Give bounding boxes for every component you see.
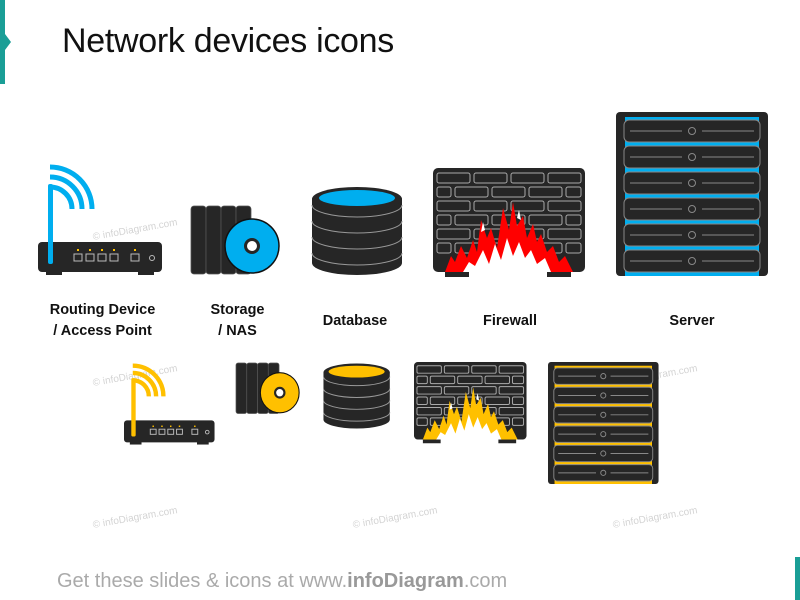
firewall-icon [433, 168, 585, 277]
accent-chevron [5, 34, 11, 50]
watermark: © infoDiagram.com [352, 505, 439, 531]
router-icon [124, 363, 215, 445]
footer-prefix: Get these slides & icons at www. [57, 570, 348, 592]
firewall-icon [414, 362, 527, 444]
database-icon [311, 187, 403, 275]
page-title: Network devices icons [62, 22, 394, 60]
label-storage: Storage / NAS [210, 302, 265, 339]
storage-icon [235, 362, 300, 414]
label-database: Database [322, 313, 388, 329]
storage-icon [190, 205, 280, 275]
router-icon [38, 164, 162, 275]
footer-suffix: .com [463, 570, 508, 592]
label-server: Server [669, 313, 715, 329]
database-icon [322, 363, 391, 429]
accent-bar-bottom [795, 557, 800, 600]
watermark: © infoDiagram.com [612, 505, 699, 531]
watermark: © infoDiagram.com [92, 505, 179, 531]
label-firewall: Firewall [483, 313, 537, 329]
server-icon [616, 112, 768, 276]
label-routing-device: Routing Device / Access Point [49, 302, 156, 339]
server-icon [548, 362, 659, 484]
footer-promo: Get these slides & icons at www.infoDiag… [57, 570, 507, 593]
footer-brand[interactable]: infoDiagram [347, 570, 464, 592]
